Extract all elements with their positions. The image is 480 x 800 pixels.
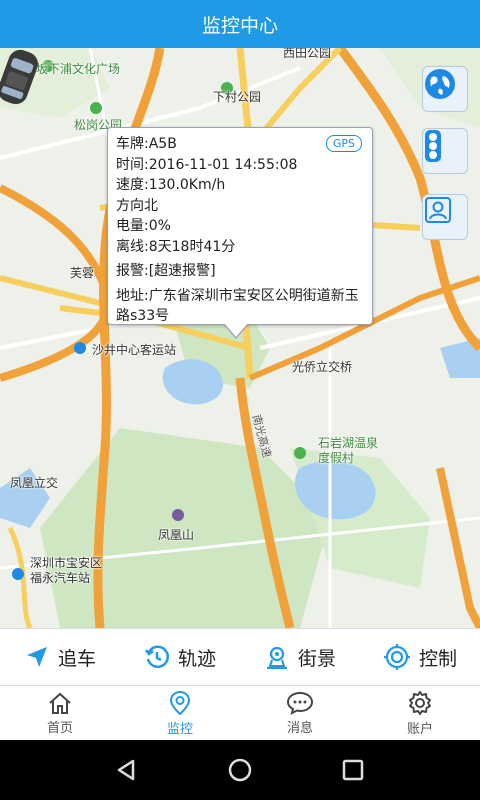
system-nav-bar <box>0 740 480 800</box>
action-bar: 追车 轨迹 街景 控制 <box>0 628 480 686</box>
history-clock-icon <box>144 645 169 669</box>
tab-monitor[interactable]: 监控 <box>120 686 240 740</box>
globe-icon <box>425 69 455 99</box>
map-label-xiacun: 下村公园 <box>213 90 262 104</box>
track-car-button[interactable]: 追车 <box>0 629 120 685</box>
street-view-label: 街景 <box>297 647 336 670</box>
track-car-label: 追车 <box>57 647 96 670</box>
map-label-fenghuang-lijiao: 凤凰立交 <box>10 476 59 490</box>
tab-home[interactable]: 首页 <box>0 686 120 740</box>
map-label-baoan-station: 深圳市宝安区福永汽车站 <box>30 556 103 585</box>
traffic-light-icon <box>425 130 441 162</box>
map-label-guangqiao: 光侨立交桥 <box>292 360 353 374</box>
user-icon <box>425 197 451 223</box>
tab-account[interactable]: 账户 <box>360 686 480 740</box>
offline-line: 离线:8天18时41分 <box>116 238 236 255</box>
map-label-shajing: 沙井中心客运站 <box>92 343 177 357</box>
map-label-shiyan: 石岩湖温泉度假村 <box>318 436 379 465</box>
recents-icon[interactable] <box>339 756 367 784</box>
gps-badge: GPS <box>325 135 362 152</box>
history-track-label: 轨迹 <box>177 647 216 670</box>
battery-line: 电量:0% <box>116 218 171 234</box>
tab-account-label: 账户 <box>406 721 433 737</box>
map-label-furong: 芙蓉 <box>70 266 95 280</box>
control-label: 控制 <box>418 647 457 670</box>
tab-messages-label: 消息 <box>286 720 313 736</box>
location-pin-icon <box>169 690 191 715</box>
user-location-button[interactable] <box>422 194 468 240</box>
home-circle-icon[interactable] <box>226 756 254 784</box>
control-target-icon <box>383 644 410 670</box>
map-label-xicun: 西田公园 <box>283 48 332 60</box>
street-view-icon <box>266 646 287 669</box>
history-track-button[interactable]: 轨迹 <box>120 629 240 685</box>
tab-bar: 首页 监控 消息 账户 <box>0 686 480 740</box>
chat-bubble-icon <box>286 691 314 715</box>
speed-line: 速度:130.0Km/h <box>116 177 226 193</box>
traffic-button[interactable] <box>422 128 468 174</box>
title-bar: 监控中心 <box>0 0 480 48</box>
vehicle-info-popup: GPS 车牌:A5B 时间:2016-11-01 14:55:08 速度:130… <box>107 127 373 339</box>
tab-home-label: 首页 <box>46 720 73 736</box>
map-label-wenhua: 坂下浦文化广场 <box>36 62 121 76</box>
address-line: 地址:广东省深圳市宝安区公明街道新玉路s33号 <box>116 287 359 325</box>
street-view-button[interactable]: 街景 <box>240 629 360 685</box>
navigation-arrow-icon <box>26 647 47 667</box>
gear-icon <box>409 690 431 715</box>
page-title: 监控中心 <box>201 14 278 37</box>
tab-messages[interactable]: 消息 <box>240 686 360 740</box>
control-button[interactable]: 控制 <box>360 629 480 685</box>
tab-monitor-label: 监控 <box>166 721 193 737</box>
back-icon[interactable] <box>113 756 141 784</box>
direction-line: 方向北 <box>116 197 158 214</box>
alarm-line: 报警:[超速报警] <box>116 263 216 279</box>
home-icon <box>49 692 71 714</box>
map-layer-button[interactable] <box>422 66 468 112</box>
time-line: 时间:2016-11-01 14:55:08 <box>116 156 298 173</box>
map-label-fenghuangshan: 凤凰山 <box>158 528 195 542</box>
